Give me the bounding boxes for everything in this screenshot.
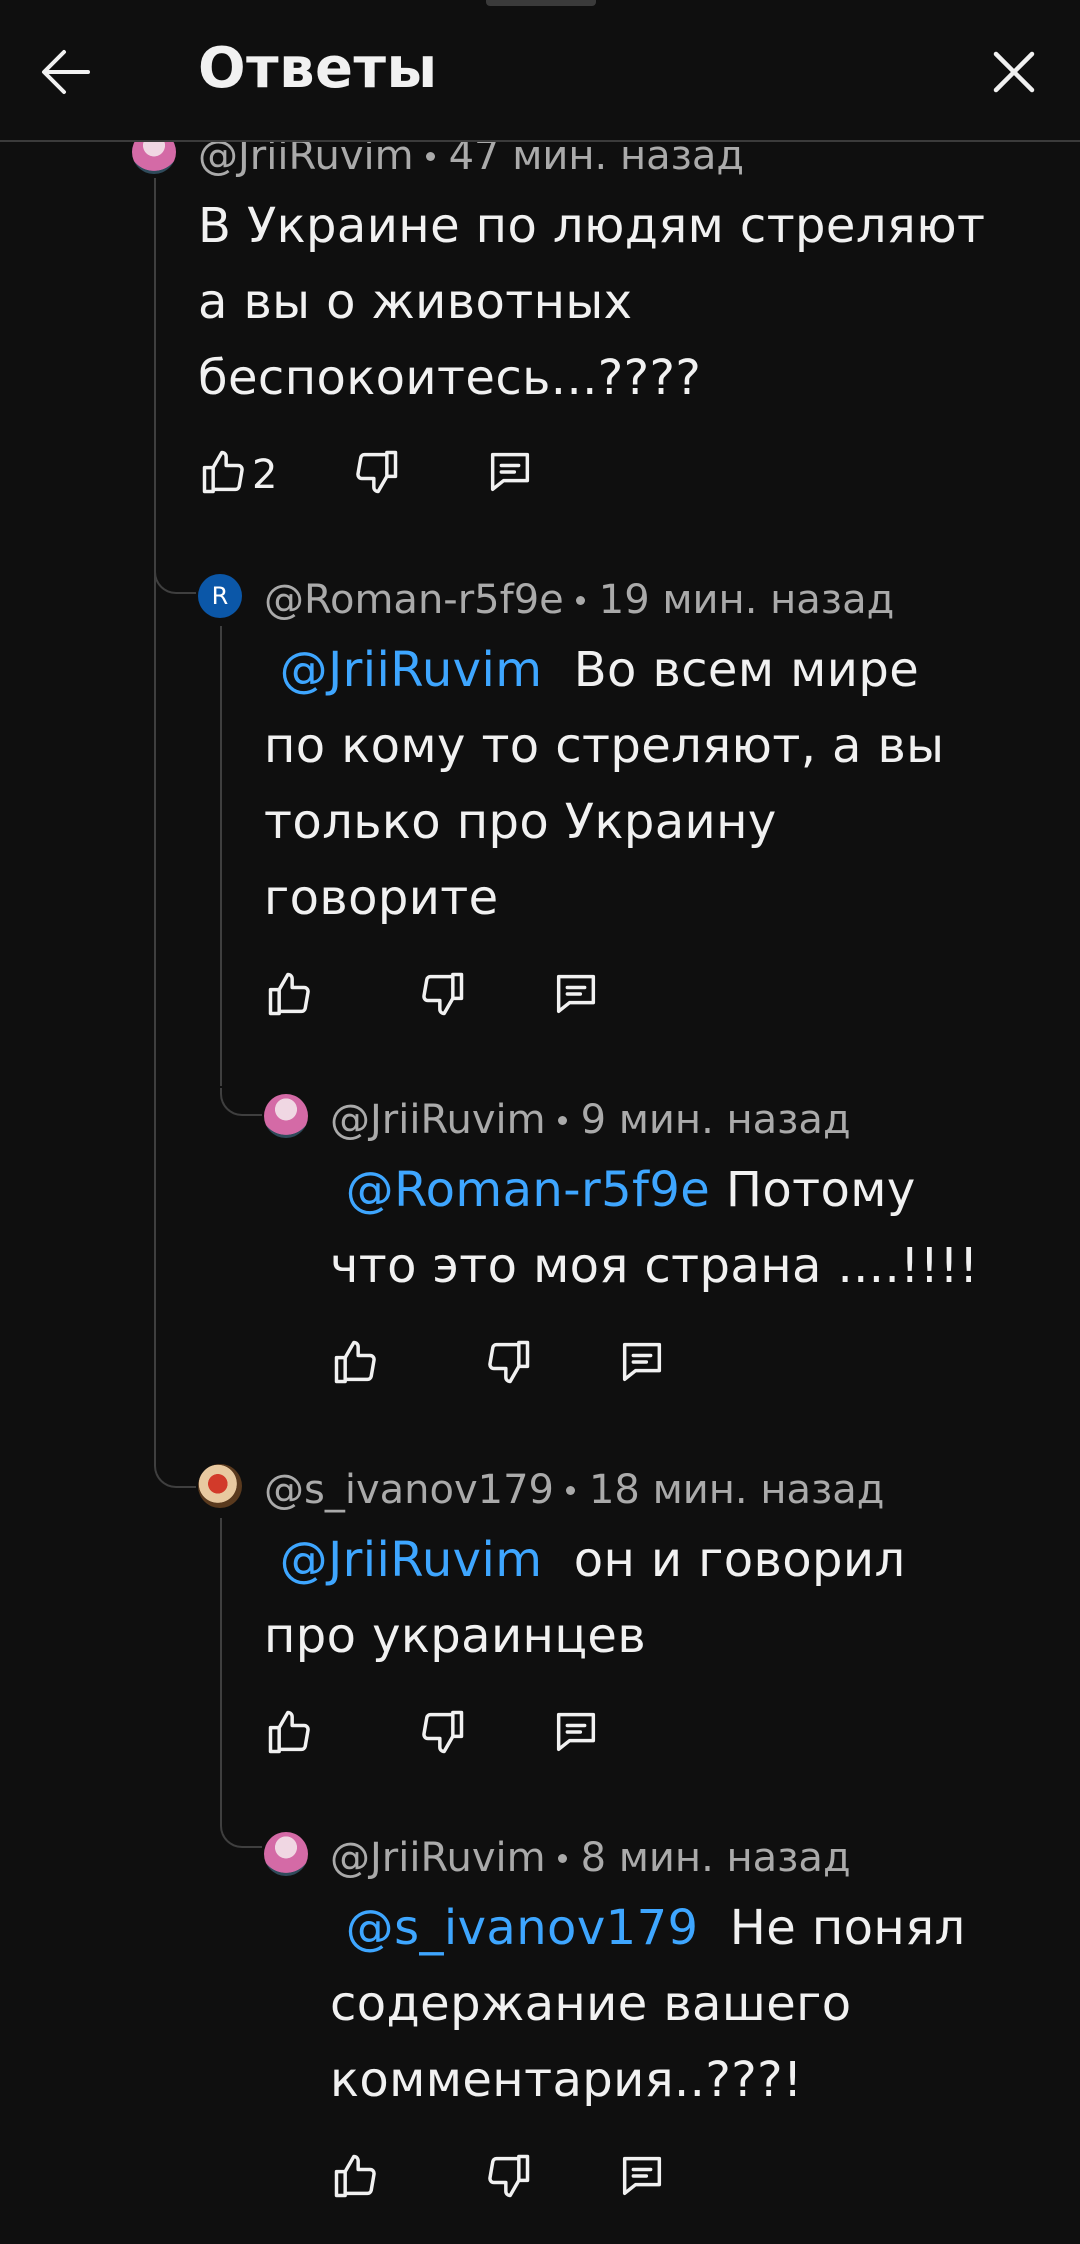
meta-separator (575, 595, 585, 605)
thread-curve-ivanov (154, 1446, 196, 1488)
thumb-up-icon[interactable] (330, 2150, 382, 2202)
thumb-down-icon[interactable] (416, 968, 468, 1020)
comment-meta: @s_ivanov179 18 мин. назад (264, 1460, 884, 1520)
comment-line: что это моя страна ....!!!! (330, 1238, 979, 1294)
drag-handle[interactable] (486, 0, 596, 6)
meta-separator (557, 1853, 567, 1863)
comment-line-text: Не понял (729, 1900, 966, 1956)
thread-line-ivanov (220, 1518, 222, 1818)
thread-curve-reply2 (220, 1818, 262, 1848)
comment-actions (264, 1706, 664, 1766)
meta-separator (425, 151, 435, 161)
thread-line-roman (220, 626, 222, 1086)
comment-time: 19 мин. назад (598, 577, 895, 623)
comment-line-text: Во всем мире (573, 642, 920, 698)
close-icon[interactable] (986, 44, 1042, 100)
comment-text: @JriiRuvim Во всем мире по кому то стрел… (264, 632, 1044, 936)
comment-meta: @Roman-r5f9e 19 мин. назад (264, 570, 894, 630)
back-arrow-icon[interactable] (38, 44, 94, 100)
page-title: Ответы (198, 36, 438, 101)
reply-icon[interactable] (550, 968, 602, 1020)
mention-link[interactable]: @Roman-r5f9e (346, 1162, 711, 1218)
comment-line: комментария..???! (330, 2052, 803, 2108)
thread-curve-reply1 (220, 1088, 262, 1116)
reply-icon[interactable] (550, 1706, 602, 1758)
comment-meta: @JriiRuvim 9 мин. назад (330, 1090, 851, 1150)
comment-time: 9 мин. назад (580, 1097, 851, 1143)
comment-time: 18 мин. назад (588, 1467, 885, 1513)
reply-icon[interactable] (616, 1336, 668, 1388)
mention-link[interactable]: @JriiRuvim (280, 642, 543, 698)
comment-line: В Украине по людям стреляют (198, 198, 986, 254)
like-count: 2 (252, 452, 278, 498)
header-bar: Ответы (0, 0, 1080, 142)
comment-author[interactable]: @Roman-r5f9e (264, 577, 564, 623)
comment-line: беспокоитесь...???? (198, 350, 702, 406)
comment-time: 8 мин. назад (580, 1835, 851, 1881)
comment-author[interactable]: @JriiRuvim (330, 1097, 546, 1143)
avatar[interactable] (264, 1832, 308, 1876)
thumb-up-icon[interactable] (198, 446, 250, 498)
thumb-down-icon[interactable] (482, 2150, 534, 2202)
comment-actions (264, 968, 664, 1028)
comment-line: @Roman-r5f9e Потому (330, 1152, 1050, 1228)
comment-actions (330, 1336, 730, 1396)
avatar[interactable] (198, 1464, 242, 1508)
mention-link[interactable]: @JriiRuvim (280, 1532, 543, 1588)
comment-text: @JriiRuvim он и говорил про украинцев (264, 1522, 1044, 1674)
comment-line-text: Потому (725, 1162, 916, 1218)
meta-separator (565, 1485, 575, 1495)
reply-icon[interactable] (616, 2150, 668, 2202)
reply-icon[interactable] (484, 446, 536, 498)
comment-text: В Украине по людям стреляют а вы о живот… (198, 188, 1038, 416)
avatar[interactable] (264, 1094, 308, 1138)
comment-author[interactable]: @s_ivanov179 (264, 1467, 554, 1513)
mention-link[interactable]: @s_ivanov179 (346, 1900, 699, 1956)
thread-curve-roman (154, 560, 196, 594)
thumb-down-icon[interactable] (350, 446, 402, 498)
comment-line: @JriiRuvim он и говорил (264, 1522, 1044, 1598)
comment-line: @JriiRuvim Во всем мире (264, 632, 1044, 708)
avatar[interactable]: R (198, 574, 242, 618)
comment-line: по кому то стреляют, а вы (264, 718, 945, 774)
comment-author[interactable]: @JriiRuvim (330, 1835, 546, 1881)
comment-line: про украинцев (264, 1608, 647, 1664)
thumb-up-icon[interactable] (330, 1336, 382, 1388)
thumb-down-icon[interactable] (482, 1336, 534, 1388)
comment-line-text: он и говорил (573, 1532, 906, 1588)
comment-line: только про Украину (264, 794, 777, 850)
comment-line: говорите (264, 870, 499, 926)
comment-text: @Roman-r5f9e Потому что это моя страна .… (330, 1152, 1050, 1304)
meta-separator (557, 1115, 567, 1125)
thumb-up-icon[interactable] (264, 1706, 316, 1758)
thumb-down-icon[interactable] (416, 1706, 468, 1758)
comment-meta: @JriiRuvim 8 мин. назад (330, 1828, 851, 1888)
comment-line: а вы о животных (198, 274, 633, 330)
comment-line: содержание вашего (330, 1976, 852, 2032)
thumb-up-icon[interactable] (264, 968, 316, 1020)
comment-actions (330, 2150, 730, 2210)
comment-text: @s_ivanov179 Не понял содержание вашего … (330, 1890, 1050, 2118)
comment-line: @s_ivanov179 Не понял (330, 1890, 1050, 1966)
thread-line-main (154, 178, 156, 1448)
comment-actions: 2 (198, 446, 598, 506)
